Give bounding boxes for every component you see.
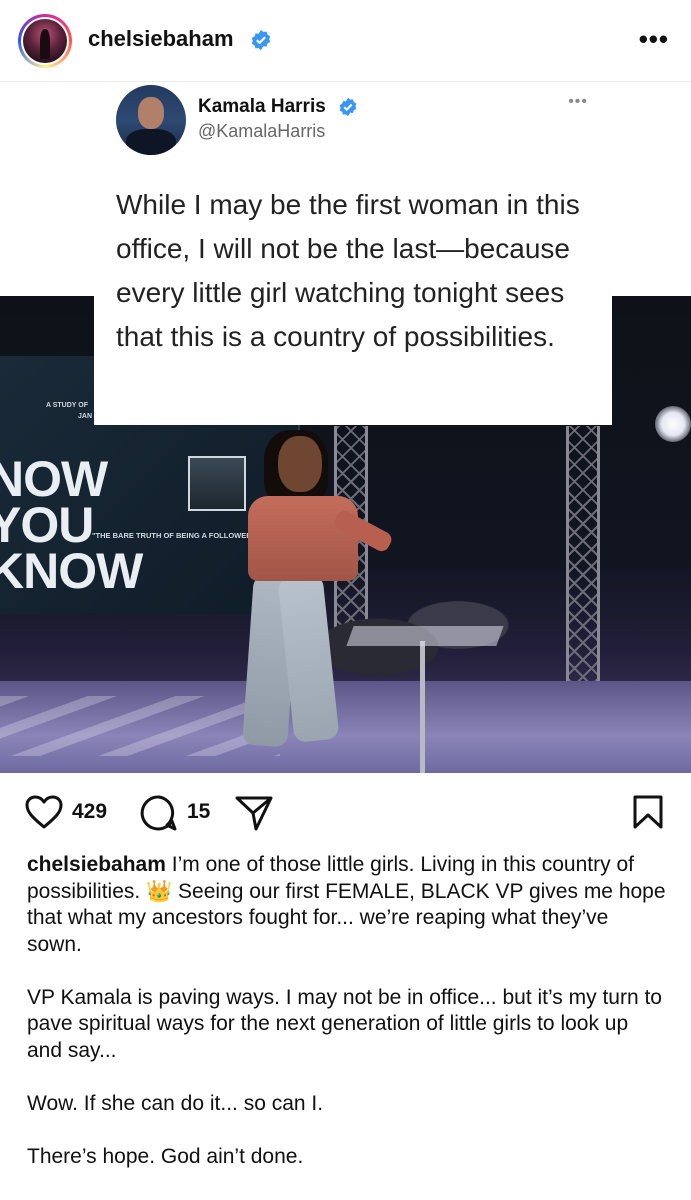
verified-badge-icon xyxy=(251,29,271,51)
post-header: chelsiebaham ••• xyxy=(0,0,691,82)
bookmark-icon[interactable] xyxy=(632,794,664,830)
caption-paragraph-1: chelsiebaham I’m one of those little gir… xyxy=(27,853,666,956)
more-horizontal-icon: ••• xyxy=(568,93,588,110)
screen-small-text-2: JAN xyxy=(78,413,93,420)
tweet-avatar xyxy=(116,85,186,155)
stage-truss-right xyxy=(566,426,600,681)
comment-icon[interactable] xyxy=(140,794,178,832)
post-image[interactable]: A STUDY OF JAN NOW YOU KNOW "THE BARE TR… xyxy=(0,83,691,773)
tweet-card: Kamala Harris @KamalaHarris ••• While I … xyxy=(94,83,612,425)
avatar-image xyxy=(23,19,67,63)
like-count[interactable]: 429 xyxy=(72,800,107,824)
tweet-text: While I may be the first woman in this o… xyxy=(116,189,580,352)
podium xyxy=(420,641,425,773)
caption-username[interactable]: chelsiebaham xyxy=(27,853,166,876)
caption-paragraph-4: There’s hope. God ain’t done. xyxy=(27,1144,304,1168)
post-caption: chelsiebaham I’m one of those little gir… xyxy=(27,852,667,1197)
stage-light xyxy=(655,406,691,442)
avatar[interactable] xyxy=(18,14,72,68)
screen-small-text: A STUDY OF xyxy=(46,402,89,409)
post-username[interactable]: chelsiebaham xyxy=(88,26,234,52)
heart-icon[interactable] xyxy=(24,794,64,830)
comment-count[interactable]: 15 xyxy=(187,800,210,824)
screen-headline: NOW YOU KNOW xyxy=(0,451,143,599)
tweet-handle: @KamalaHarris xyxy=(198,121,326,141)
more-horizontal-icon[interactable]: ••• xyxy=(639,26,669,52)
verified-badge-icon xyxy=(339,97,357,117)
post-actions: 429 15 xyxy=(0,780,691,842)
speaker-figure xyxy=(238,430,395,766)
caption-paragraph-3: Wow. If she can do it... so can I. xyxy=(27,1091,324,1115)
share-icon[interactable] xyxy=(234,794,274,832)
caption-paragraph-2: VP Kamala is paving ways. I may not be i… xyxy=(27,985,662,1062)
tweet-author-name: Kamala Harris xyxy=(198,96,326,117)
screen-quote: "THE BARE TRUTH OF BEING A FOLLOWER" xyxy=(92,531,256,540)
